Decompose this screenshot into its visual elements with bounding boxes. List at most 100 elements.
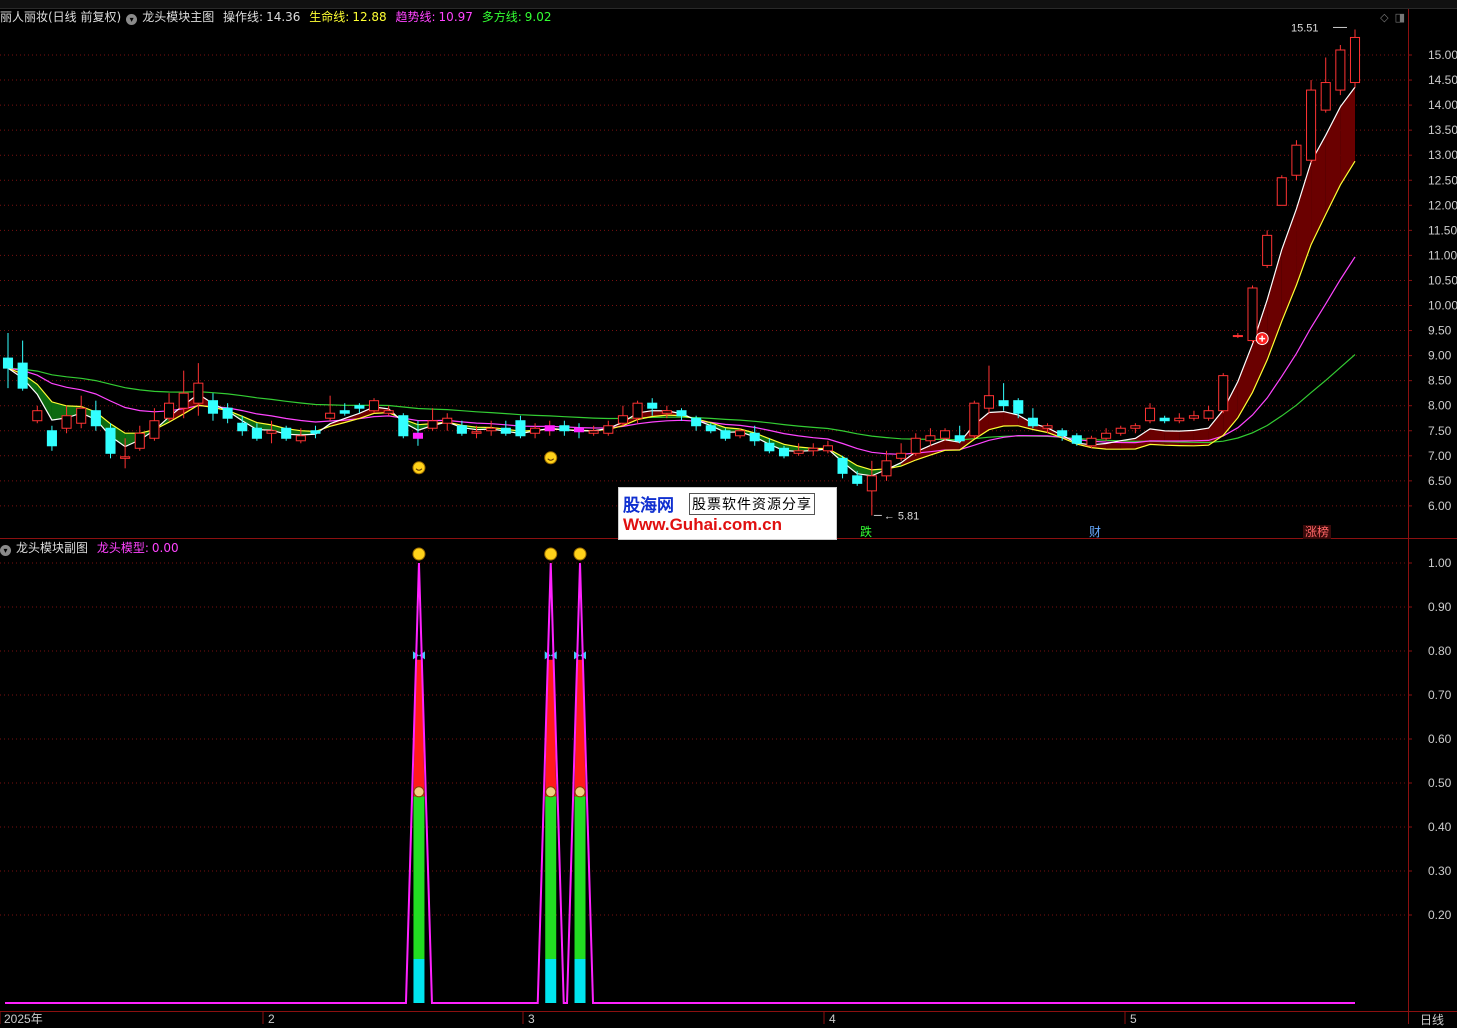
ribbon-segment xyxy=(1135,429,1150,449)
candle-body xyxy=(1248,288,1257,341)
candle-body xyxy=(384,411,393,414)
value-tick-label: 0.90 xyxy=(1428,600,1452,614)
candle-body xyxy=(589,431,598,434)
money-bag-icon xyxy=(414,787,424,797)
candle-body xyxy=(677,411,686,416)
smiley-icon xyxy=(574,548,586,560)
signal-bar-green xyxy=(545,796,556,959)
money-bag-icon xyxy=(575,787,585,797)
candle-body xyxy=(1307,90,1316,160)
candle-body xyxy=(633,403,642,418)
candle-body xyxy=(955,436,964,441)
candle-body xyxy=(736,431,745,436)
price-tick-label: 8.00 xyxy=(1428,399,1452,413)
candle-body xyxy=(179,393,188,408)
candle-body xyxy=(1102,433,1111,438)
candle-body xyxy=(706,426,715,431)
candle-body xyxy=(1160,418,1169,421)
candle-body xyxy=(911,438,920,453)
candle-body xyxy=(457,426,466,434)
candle-body xyxy=(311,431,320,434)
butterfly-icon xyxy=(545,651,557,659)
signal-bar-green xyxy=(575,796,586,959)
value-tick-label: 0.70 xyxy=(1428,688,1452,702)
smiley-icon xyxy=(413,548,425,560)
candle-body xyxy=(853,476,862,484)
candle-body xyxy=(267,431,276,434)
candle-body xyxy=(208,401,217,414)
candle-body xyxy=(428,421,437,429)
candle-body xyxy=(369,401,378,411)
candle-body xyxy=(399,416,408,436)
high-marker-label: 15.51 xyxy=(1291,22,1319,34)
value-tick-label: 0.50 xyxy=(1428,776,1452,790)
price-tick-label: 12.50 xyxy=(1428,173,1457,187)
candle-body xyxy=(135,433,144,448)
price-tick-label: 13.50 xyxy=(1428,123,1457,137)
stock-chart-window: 分时1分钟5分钟15分钟30分钟60分钟日线周线月线45分钟45日线季线年线1秒… xyxy=(0,0,1457,1024)
candle-body xyxy=(326,413,335,418)
ribbon-segment xyxy=(1150,429,1165,445)
candle-body xyxy=(1350,37,1359,82)
price-tick-label: 7.00 xyxy=(1428,449,1452,463)
price-tick-label: 9.50 xyxy=(1428,324,1452,338)
candle-body xyxy=(794,451,803,454)
low-marker-label: ← 5.81 xyxy=(884,510,919,522)
event-tag-finance[interactable]: 财 xyxy=(1087,525,1103,539)
candle-body xyxy=(721,431,730,439)
month-label: 2 xyxy=(268,1012,275,1024)
candle-body xyxy=(1175,418,1184,421)
month-label: 4 xyxy=(829,1012,836,1024)
price-tick-label: 10.50 xyxy=(1428,273,1457,287)
price-tick-label: 14.50 xyxy=(1428,73,1457,87)
candle-body xyxy=(574,428,583,432)
candle-body xyxy=(648,403,657,408)
ad-url: Www.Guhai.com.cn xyxy=(623,515,782,535)
signal-bar-green xyxy=(413,796,424,959)
price-tick-label: 14.00 xyxy=(1428,98,1457,112)
candle-body xyxy=(121,457,130,459)
price-tick-label: 15.00 xyxy=(1428,48,1457,62)
candle-body xyxy=(1336,50,1345,90)
event-tag-limitup[interactable]: 涨榜 xyxy=(1303,525,1331,539)
smiley-icon xyxy=(413,462,425,474)
money-bag-icon xyxy=(546,787,556,797)
candle-body xyxy=(194,383,203,403)
butterfly-icon xyxy=(413,651,425,659)
candle-body xyxy=(545,426,554,431)
month-label: 3 xyxy=(528,1012,535,1024)
value-tick-label: 0.60 xyxy=(1428,732,1452,746)
candle-body xyxy=(1233,336,1242,337)
candle-body xyxy=(1277,178,1286,206)
candle-body xyxy=(1189,416,1198,419)
price-tick-label: 8.50 xyxy=(1428,374,1452,388)
price-tick-label: 9.00 xyxy=(1428,349,1452,363)
candle-body xyxy=(62,416,71,429)
candle-body xyxy=(1116,428,1125,433)
signal-bar-cyan xyxy=(545,959,556,1003)
life-line xyxy=(8,161,1355,470)
event-tag-fall[interactable]: 跌 xyxy=(858,525,874,539)
candle-body xyxy=(926,436,935,441)
candle-body xyxy=(33,411,42,421)
smiley-icon xyxy=(545,548,557,560)
candle-body xyxy=(252,428,261,438)
candle-body xyxy=(487,428,496,431)
candle-body xyxy=(1204,411,1213,419)
candle-body xyxy=(618,416,627,424)
price-tick-label: 12.00 xyxy=(1428,198,1457,212)
ad-slogan: 股票软件资源分享 xyxy=(689,493,815,515)
candle-body xyxy=(882,461,891,476)
month-label: 5 xyxy=(1130,1012,1137,1024)
candle-body xyxy=(282,428,291,438)
candle-body xyxy=(355,406,364,409)
candle-body xyxy=(3,358,12,368)
candle-body xyxy=(47,431,56,446)
price-tick-label: 6.00 xyxy=(1428,499,1452,513)
ad-brand: 股海网 xyxy=(623,491,674,516)
price-tick-label: 11.00 xyxy=(1428,248,1457,262)
price-tick-label: 6.50 xyxy=(1428,474,1452,488)
ribbon-segment xyxy=(1165,431,1180,446)
price-tick-label: 11.50 xyxy=(1428,223,1457,237)
candle-body xyxy=(1087,438,1096,446)
